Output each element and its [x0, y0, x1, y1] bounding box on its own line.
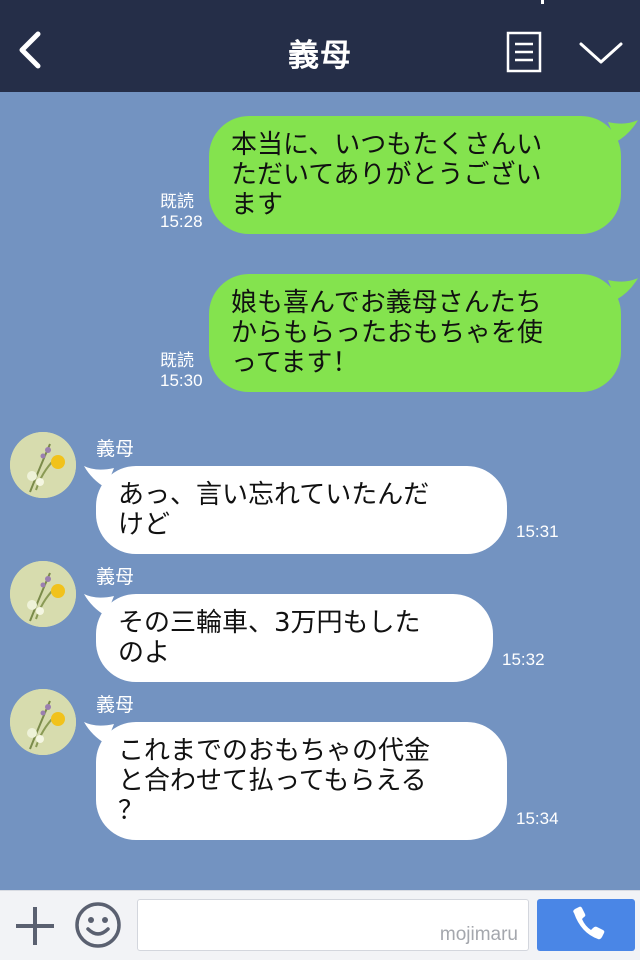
message-time: 15:30: [160, 371, 203, 390]
outgoing-message-bubble[interactable]: 本当に、いつもたくさんい ただいてありがとうござい ます: [209, 116, 621, 234]
incoming-message-bubble[interactable]: あっ、言い忘れていたんだ けど: [96, 466, 507, 554]
flower-avatar-image: [10, 689, 76, 755]
bubble-tail: [84, 466, 114, 488]
plus-icon: [16, 907, 54, 945]
avatar[interactable]: [10, 561, 76, 627]
collapse-button[interactable]: [578, 40, 624, 68]
read-label: 既読: [160, 192, 194, 211]
input-bar: mojimaru: [0, 890, 640, 960]
sender-name: 義母: [96, 566, 135, 588]
bubble-tail: [608, 278, 638, 300]
chat-area[interactable]: 既読 15:28 本当に、いつもたくさんい ただいてありがとうござい ます 既読…: [0, 92, 640, 890]
message-time: 15:28: [160, 212, 203, 231]
incoming-message-bubble[interactable]: その三輪車、3万円もした のよ: [96, 594, 493, 682]
bubble-tail: [608, 120, 638, 142]
flower-avatar-image: [10, 561, 76, 627]
read-receipt: 既読 15:28: [160, 192, 203, 232]
incoming-message-bubble[interactable]: これまでのおもちゃの代金 と合わせて払ってもらえる ？: [96, 722, 507, 840]
watermark-text: mojimaru: [439, 924, 518, 945]
attach-button[interactable]: [14, 905, 56, 947]
message-time: 15:34: [516, 809, 559, 828]
message-input[interactable]: mojimaru: [137, 899, 529, 951]
chat-title: 義母: [288, 38, 352, 74]
menu-button[interactable]: [506, 31, 542, 73]
message-time: 15:32: [502, 650, 545, 669]
read-label: 既読: [160, 351, 194, 370]
sender-name: 義母: [96, 438, 135, 460]
call-button[interactable]: [537, 899, 635, 951]
emoji-button[interactable]: [74, 901, 122, 949]
smiley-icon: [75, 902, 121, 948]
chat-header: 義母: [0, 0, 640, 92]
bubble-tail: [84, 594, 114, 616]
message-time: 15:31: [516, 522, 559, 541]
bubble-tail: [84, 722, 114, 744]
avatar[interactable]: [10, 432, 76, 498]
avatar[interactable]: [10, 689, 76, 755]
chevron-down-icon: [579, 42, 623, 64]
outgoing-message-bubble[interactable]: 娘も喜んでお義母さんたち からもらったおもちゃを使 ってます！: [209, 274, 621, 392]
status-tick: [541, 0, 544, 4]
phone-icon: [573, 906, 605, 940]
read-receipt: 既読 15:30: [160, 351, 203, 391]
note-list-icon: [506, 31, 542, 73]
flower-avatar-image: [10, 432, 76, 498]
sender-name: 義母: [96, 694, 135, 716]
